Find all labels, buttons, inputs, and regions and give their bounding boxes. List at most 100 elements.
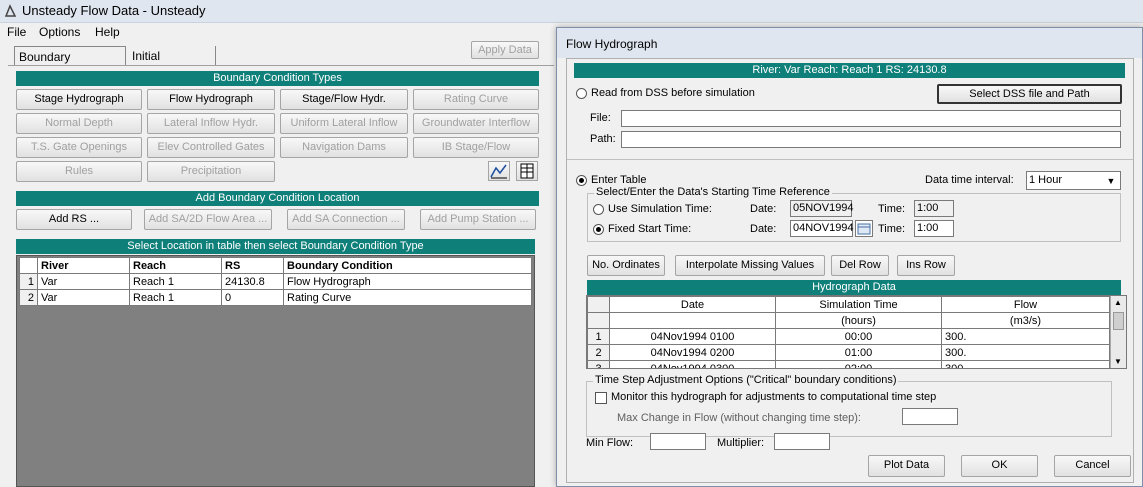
read-dss-radio[interactable] [576, 88, 587, 99]
fixed-start-time-label: Fixed Start Time: [608, 223, 692, 235]
select-location-header: Select Location in table then select Bou… [16, 239, 535, 254]
cell-simulation-time[interactable]: 01:00 [775, 344, 942, 361]
ok-button[interactable]: OK [961, 455, 1038, 477]
table-row[interactable]: 2 Var Reach 1 0 Rating Curve [19, 289, 532, 306]
row-number: 1 [587, 328, 610, 345]
window-title: Unsteady Flow Data - Unsteady [22, 3, 206, 18]
fixed-time-label: Time: [878, 223, 906, 235]
max-change-label: Max Change in Flow (without changing tim… [617, 412, 861, 424]
select-dss-button[interactable]: Select DSS file and Path [937, 84, 1122, 104]
scroll-thumb[interactable] [1113, 312, 1124, 330]
enter-table-radio[interactable] [576, 175, 587, 186]
col-boundary-condition: Boundary Condition [283, 257, 532, 274]
col-reach: Reach [129, 257, 222, 274]
col-simulation-time: Simulation Time [775, 296, 942, 313]
ib-stage-flow-button[interactable]: IB Stage/Flow [413, 137, 539, 158]
add-sa2d-flow-area-button[interactable]: Add SA/2D Flow Area ... [144, 209, 272, 230]
max-change-field[interactable] [902, 408, 958, 425]
hydro-row[interactable]: 2 04Nov1994 0200 01:00 300. [587, 344, 1110, 361]
stage-hydrograph-button[interactable]: Stage Hydrograph [16, 89, 142, 110]
no-ordinates-button[interactable]: No. Ordinates [587, 255, 665, 276]
scroll-up-icon[interactable]: ▲ [1114, 298, 1122, 307]
location-header: River: Var Reach: Reach 1 RS: 24130.8 [574, 63, 1125, 78]
rules-button[interactable]: Rules [16, 161, 142, 182]
cell-flow[interactable]: 300. [941, 360, 1110, 368]
location-table-area: River Reach RS Boundary Condition 1 Var … [16, 255, 535, 487]
cell-bc[interactable]: Flow Hydrograph [283, 273, 532, 290]
dialog-title: Flow Hydrograph [566, 37, 658, 51]
elev-controlled-gates-button[interactable]: Elev Controlled Gates [147, 137, 275, 158]
menu-help[interactable]: Help [95, 25, 120, 39]
cell-simulation-time[interactable]: 00:00 [775, 328, 942, 345]
col-date: Date [609, 296, 776, 313]
cancel-button[interactable]: Cancel [1054, 455, 1131, 477]
interpolate-missing-values-button[interactable]: Interpolate Missing Values [675, 255, 825, 276]
cell-rs[interactable]: 0 [221, 289, 284, 306]
stage-flow-hydr-button[interactable]: Stage/Flow Hydr. [280, 89, 408, 110]
ts-gate-openings-button[interactable]: T.S. Gate Openings [16, 137, 142, 158]
lateral-inflow-hydr-button[interactable]: Lateral Inflow Hydr. [147, 113, 275, 134]
cell-bc[interactable]: Rating Curve [283, 289, 532, 306]
sim-time-field: 1:00 [914, 200, 954, 217]
time-reference-group-title: Select/Enter the Data's Starting Time Re… [594, 186, 832, 198]
rownum-header [19, 257, 38, 274]
cell-rs[interactable]: 24130.8 [221, 273, 284, 290]
app-icon [4, 4, 17, 17]
cell-river[interactable]: Var [37, 273, 130, 290]
add-pump-station-button[interactable]: Add Pump Station ... [420, 209, 536, 230]
hydro-row[interactable]: 1 04Nov1994 0100 00:00 300. [587, 328, 1110, 345]
cell-flow[interactable]: 300. [941, 344, 1110, 361]
add-sa-connection-button[interactable]: Add SA Connection ... [287, 209, 405, 230]
time-step-group: Time Step Adjustment Options ("Critical"… [586, 374, 1112, 437]
use-sim-time-radio[interactable] [593, 204, 604, 215]
menu-file[interactable]: File [7, 25, 26, 39]
fixed-start-time-radio[interactable] [593, 224, 604, 235]
rating-curve-button[interactable]: Rating Curve [413, 89, 539, 110]
cell-flow[interactable]: 300. [941, 328, 1110, 345]
hydro-scrollbar[interactable]: ▲ ▼ [1110, 296, 1126, 368]
uniform-lateral-inflow-button[interactable]: Uniform Lateral Inflow [280, 113, 408, 134]
chevron-down-icon[interactable]: ▼ [1104, 173, 1118, 188]
calendar-icon[interactable] [855, 220, 873, 237]
fixed-time-field[interactable]: 1:00 [914, 220, 954, 237]
cell-date[interactable]: 04Nov1994 0200 [609, 344, 776, 361]
precipitation-button[interactable]: Precipitation [147, 161, 275, 182]
navigation-dams-button[interactable]: Navigation Dams [280, 137, 408, 158]
path-field[interactable] [621, 131, 1121, 148]
hydrograph-table: Date Simulation Time Flow (hours) (m3/s)… [587, 296, 1110, 368]
cell-date[interactable]: 04Nov1994 0300 [609, 360, 776, 368]
plot-chart-icon[interactable] [488, 161, 510, 181]
min-flow-field[interactable] [650, 433, 706, 450]
cell-reach[interactable]: Reach 1 [129, 289, 222, 306]
normal-depth-button[interactable]: Normal Depth [16, 113, 142, 134]
apply-data-button[interactable]: Apply Data [471, 41, 539, 59]
ins-row-button[interactable]: Ins Row [897, 255, 955, 276]
hydro-units-row: (hours) (m3/s) [587, 312, 1110, 329]
tab-boundary-conditions[interactable]: Boundary Conditions [14, 46, 126, 84]
cell-river[interactable]: Var [37, 289, 130, 306]
sim-date-field: 05NOV1994 [790, 200, 854, 217]
col-flow: Flow [941, 296, 1110, 313]
scroll-down-icon[interactable]: ▼ [1114, 357, 1122, 366]
groundwater-interflow-button[interactable]: Groundwater Interflow [413, 113, 539, 134]
del-row-button[interactable]: Del Row [831, 255, 889, 276]
file-field[interactable] [621, 110, 1121, 127]
cell-simulation-time[interactable]: 02:00 [775, 360, 942, 368]
monitor-checkbox[interactable] [595, 392, 607, 404]
table-row[interactable]: 1 Var Reach 1 24130.8 Flow Hydrograph [19, 273, 532, 290]
main-titlebar: Unsteady Flow Data - Unsteady [0, 0, 1143, 23]
cell-date[interactable]: 04Nov1994 0100 [609, 328, 776, 345]
flow-hydrograph-button[interactable]: Flow Hydrograph [147, 89, 275, 110]
add-rs-button[interactable]: Add RS ... [16, 209, 132, 230]
table-grid-icon[interactable] [516, 161, 538, 181]
row-number: 3 [587, 360, 610, 368]
data-time-interval-select[interactable]: 1 Hour ▼ [1026, 171, 1121, 190]
tab-initial-conditions[interactable]: Initial Conditions [128, 46, 216, 83]
plot-data-button[interactable]: Plot Data [868, 455, 945, 477]
menu-options[interactable]: Options [39, 25, 80, 39]
cell-reach[interactable]: Reach 1 [129, 273, 222, 290]
hydro-row[interactable]: 3 04Nov1994 0300 02:00 300. [587, 360, 1110, 368]
multiplier-field[interactable] [774, 433, 830, 450]
use-sim-time-label: Use Simulation Time: [608, 203, 712, 215]
fixed-date-field[interactable]: 04NOV1994 [790, 220, 854, 237]
